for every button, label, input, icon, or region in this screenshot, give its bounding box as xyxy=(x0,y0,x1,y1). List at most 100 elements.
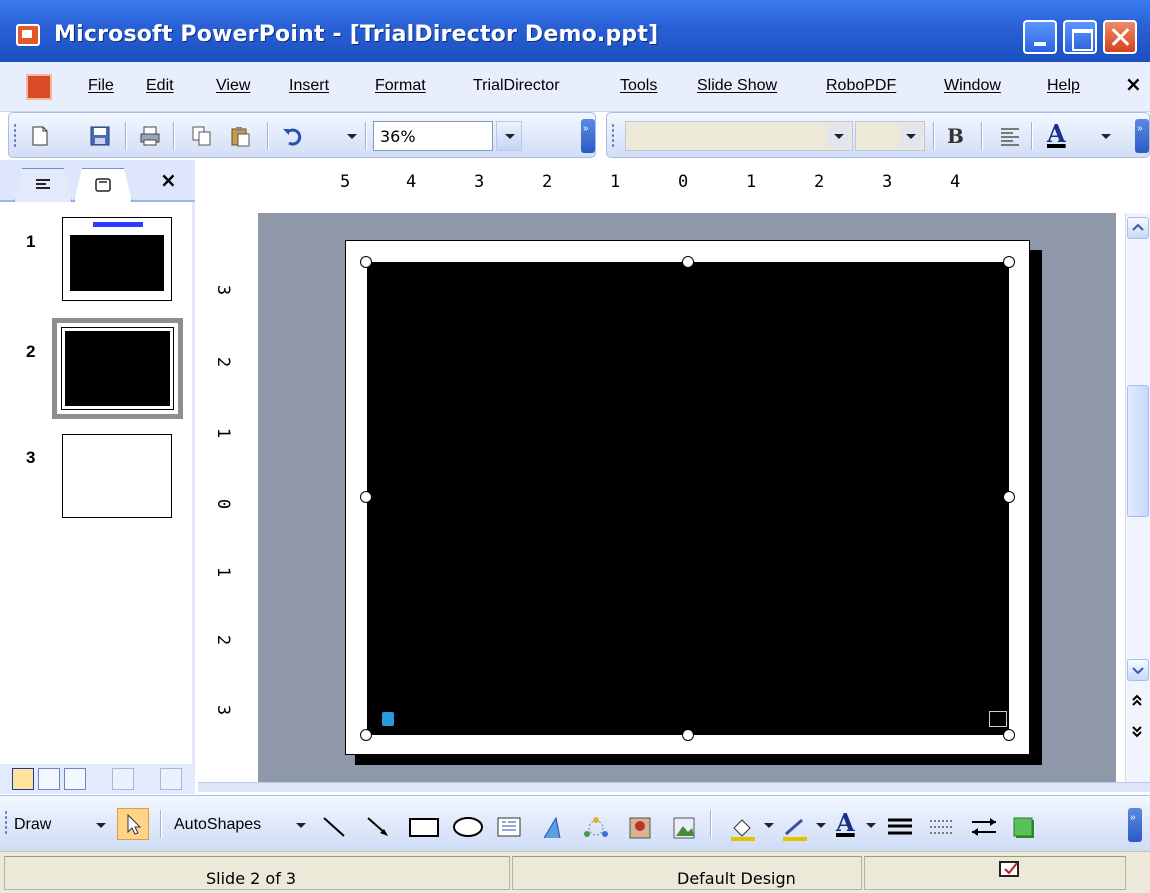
line-icon[interactable] xyxy=(320,816,348,838)
slide-thumbnail-1[interactable] xyxy=(62,217,172,301)
minimize-button[interactable] xyxy=(1023,20,1057,54)
font-name-combo[interactable] xyxy=(625,121,853,151)
draw-dropdown-icon xyxy=(96,823,106,828)
close-button[interactable] xyxy=(1103,20,1137,54)
action-button-icon[interactable] xyxy=(989,711,1007,727)
menu-help[interactable]: Help xyxy=(1047,77,1080,95)
scroll-up-button[interactable] xyxy=(1127,217,1149,239)
arrow-icon[interactable] xyxy=(364,816,392,838)
wordart-icon[interactable] xyxy=(540,816,568,840)
menu-tools[interactable]: Tools xyxy=(620,77,657,95)
toolbar-grip[interactable] xyxy=(13,123,17,149)
document-icon[interactable] xyxy=(26,74,52,100)
print-icon[interactable] xyxy=(139,125,161,147)
menu-format[interactable]: Format xyxy=(375,77,426,95)
font-color-dropdown-icon[interactable] xyxy=(866,823,876,828)
line-color-icon[interactable] xyxy=(780,816,810,842)
slide-number-3: 3 xyxy=(26,448,36,467)
copy-icon[interactable] xyxy=(191,125,213,147)
line-style-icon[interactable] xyxy=(886,816,914,838)
next-slide-button[interactable] xyxy=(1127,721,1149,743)
draw-menu-button[interactable]: Draw xyxy=(14,816,51,834)
ruler-label: 2 xyxy=(814,172,825,192)
tab-outline[interactable] xyxy=(14,168,72,202)
ruler-label: 1 xyxy=(746,172,757,192)
scroll-down-button[interactable] xyxy=(1127,659,1149,681)
draw-font-color-button[interactable]: A xyxy=(836,808,855,837)
zoom-dropdown-button[interactable] xyxy=(496,121,522,151)
tab-slides[interactable] xyxy=(74,168,132,202)
scroll-right-button[interactable] xyxy=(160,768,182,790)
menu-slide-show[interactable]: Slide Show xyxy=(697,77,777,95)
document-close-icon[interactable]: × xyxy=(1125,72,1142,96)
slide-thumbnail-2[interactable] xyxy=(61,327,174,410)
undo-icon[interactable] xyxy=(281,125,303,147)
menu-trialdirector[interactable]: TrialDirector xyxy=(473,77,560,95)
notes-splitter[interactable] xyxy=(198,782,1150,792)
normal-view-button[interactable] xyxy=(12,768,34,790)
selection-handle-bottom-left[interactable] xyxy=(360,729,372,741)
maximize-button[interactable] xyxy=(1063,20,1097,54)
menu-insert[interactable]: Insert xyxy=(289,77,329,95)
toolbar-grip[interactable] xyxy=(4,810,8,836)
toolbar-separator xyxy=(125,122,127,150)
size-dropdown-button[interactable] xyxy=(900,124,922,148)
ruler-label: 4 xyxy=(950,172,961,192)
fill-color-icon[interactable] xyxy=(728,816,758,842)
selection-handle-bottom-right[interactable] xyxy=(1003,729,1015,741)
fill-color-dropdown-icon[interactable] xyxy=(764,823,774,828)
toolbar-grip[interactable] xyxy=(611,123,615,149)
embedded-object-icon[interactable] xyxy=(382,712,394,726)
scroll-thumb[interactable] xyxy=(1127,385,1149,517)
selection-handle-top[interactable] xyxy=(682,256,694,268)
new-icon[interactable] xyxy=(29,125,51,147)
autoshapes-menu-button[interactable]: AutoShapes xyxy=(174,816,261,834)
slide-thumbnail-3[interactable] xyxy=(62,434,172,518)
toolbar-options-button[interactable] xyxy=(1135,119,1149,153)
selection-handle-top-left[interactable] xyxy=(360,256,372,268)
save-icon[interactable] xyxy=(89,125,111,147)
powerpoint-app-icon[interactable] xyxy=(16,24,40,46)
slide-editor[interactable] xyxy=(345,240,1030,755)
clip-art-icon[interactable] xyxy=(628,816,654,840)
text-box-icon[interactable] xyxy=(496,816,524,840)
menu-file[interactable]: File xyxy=(88,77,114,95)
selection-handle-top-right[interactable] xyxy=(1003,256,1015,268)
bold-button[interactable]: B xyxy=(947,124,964,148)
spelling-check-icon[interactable] xyxy=(997,859,1023,881)
previous-slide-button[interactable] xyxy=(1127,691,1149,713)
menu-view[interactable]: View xyxy=(216,77,250,95)
toolbar-options-button[interactable] xyxy=(581,119,595,153)
dash-style-icon[interactable] xyxy=(928,816,956,838)
toolbar-options-button[interactable] xyxy=(1128,808,1142,842)
insert-picture-icon[interactable] xyxy=(672,816,698,840)
selection-handle-left[interactable] xyxy=(360,491,372,503)
rectangle-icon[interactable] xyxy=(408,816,440,838)
align-left-icon[interactable] xyxy=(999,125,1021,147)
scroll-left-button[interactable] xyxy=(112,768,134,790)
line-color-dropdown-icon[interactable] xyxy=(816,823,826,828)
font-color-dropdown-icon[interactable] xyxy=(1101,134,1111,139)
selection-handle-right[interactable] xyxy=(1003,491,1015,503)
arrow-style-icon[interactable] xyxy=(970,816,998,838)
selection-handle-bottom[interactable] xyxy=(682,729,694,741)
pane-close-icon[interactable]: × xyxy=(160,168,177,192)
oval-icon[interactable] xyxy=(452,816,484,838)
slide-show-view-button[interactable] xyxy=(64,768,86,790)
menu-window[interactable]: Window xyxy=(944,77,1001,95)
diagram-icon[interactable] xyxy=(582,816,610,840)
slide-sorter-view-button[interactable] xyxy=(38,768,60,790)
zoom-field[interactable]: 36% xyxy=(373,121,493,151)
select-objects-button[interactable] xyxy=(117,808,149,840)
slide-black-rectangle[interactable] xyxy=(367,262,1009,735)
undo-dropdown-icon[interactable] xyxy=(347,134,357,139)
menu-robopdf[interactable]: RoboPDF xyxy=(826,77,896,95)
paste-icon[interactable] xyxy=(229,125,251,147)
shadow-style-icon[interactable] xyxy=(1012,816,1038,840)
font-dropdown-button[interactable] xyxy=(828,124,850,148)
menu-edit[interactable]: Edit xyxy=(146,77,174,95)
toolbar-separator xyxy=(365,122,367,150)
vertical-scrollbar[interactable] xyxy=(1125,213,1150,783)
font-size-combo[interactable] xyxy=(855,121,925,151)
font-color-button[interactable]: A xyxy=(1047,119,1066,148)
